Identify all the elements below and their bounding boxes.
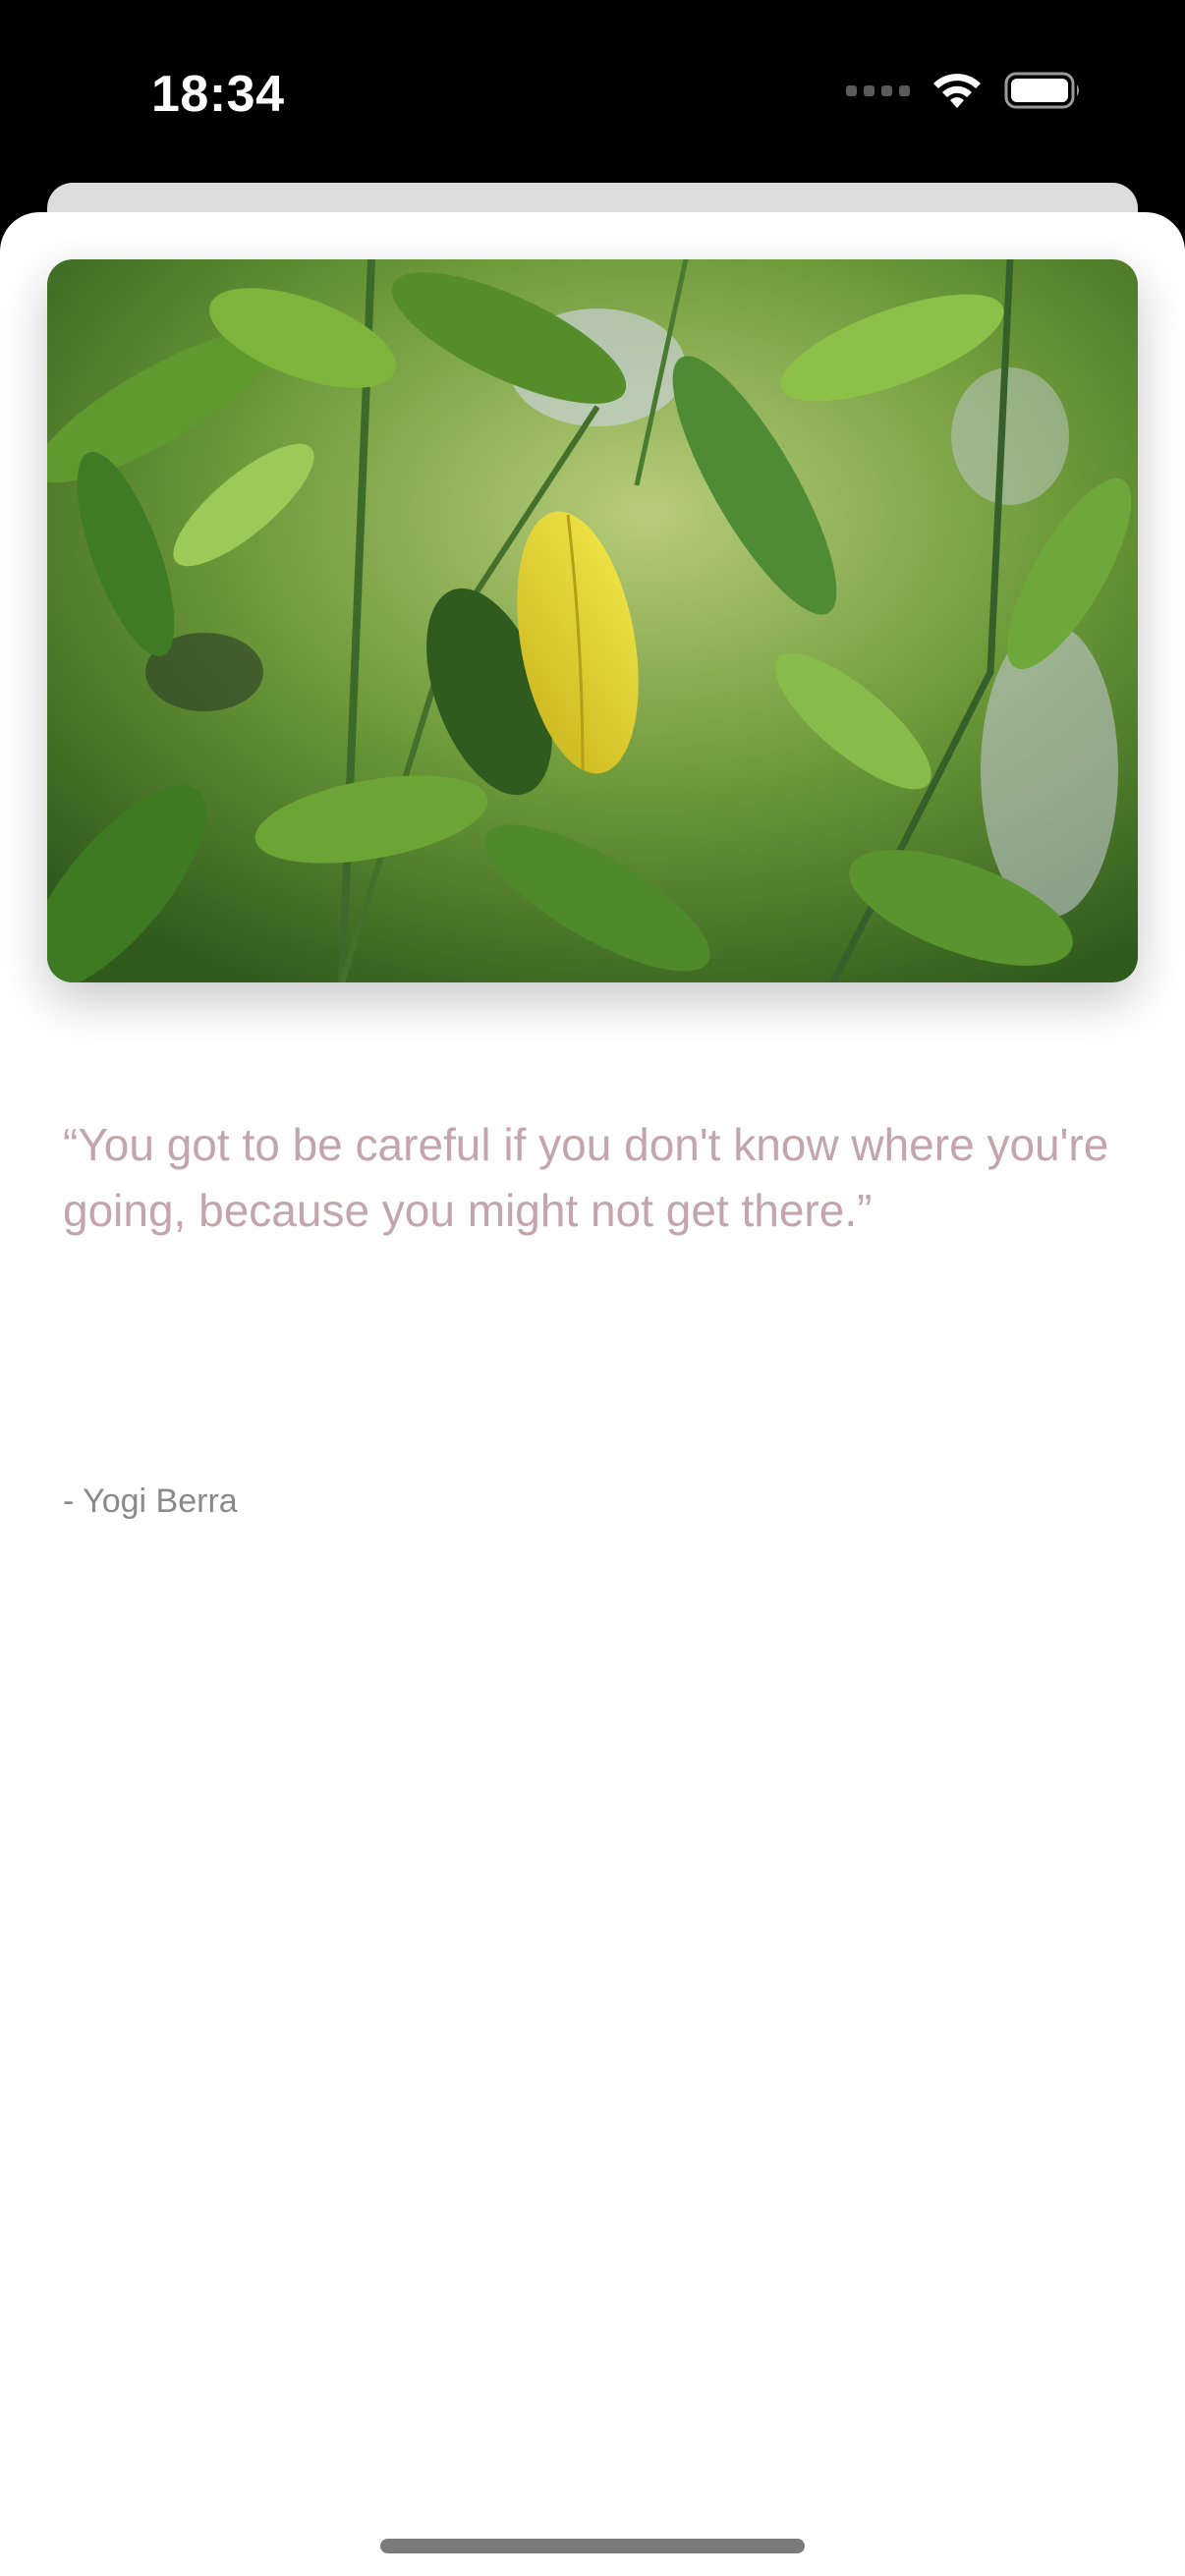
modal-sheet[interactable]: “You got to be careful if you don't know… — [0, 212, 1185, 2576]
cellular-signal-icon — [846, 84, 910, 96]
status-icons — [846, 71, 1083, 110]
quote-text: “You got to be careful if you don't know… — [63, 1119, 1109, 1236]
quote-author: - Yogi Berra — [63, 1483, 238, 1520]
leaf-photo — [47, 259, 1138, 982]
battery-icon — [1004, 71, 1083, 110]
status-bar: 18:34 — [0, 0, 1185, 187]
home-indicator[interactable] — [380, 2539, 805, 2553]
wifi-icon — [931, 71, 983, 110]
status-time: 18:34 — [151, 66, 285, 123]
